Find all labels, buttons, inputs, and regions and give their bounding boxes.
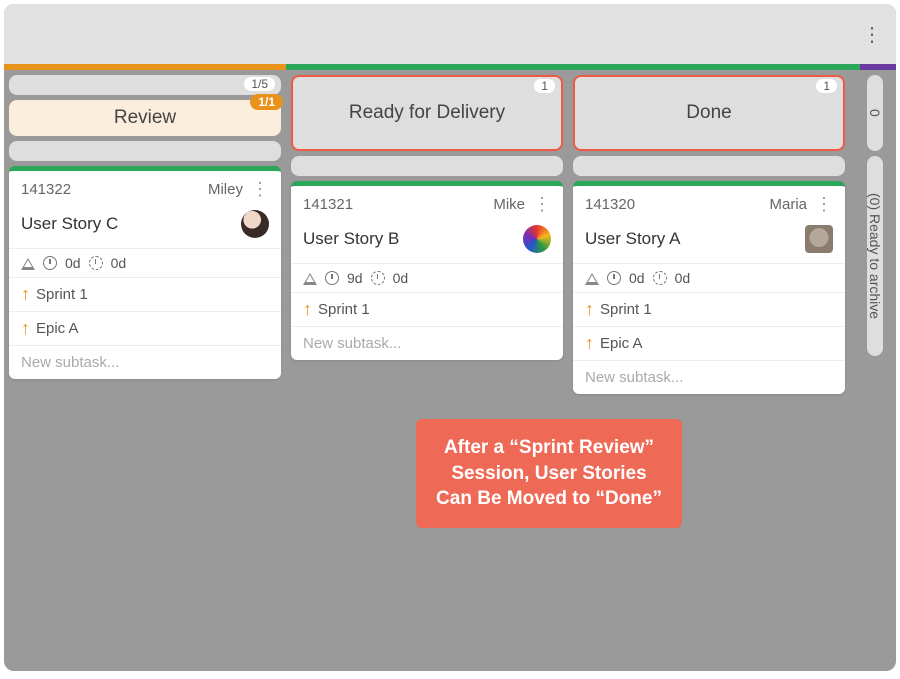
column-done-spacer [573,156,845,176]
card-time-elapsed: 0d [629,270,645,286]
kanban-board: ⋮ 1/5 Review 1/1 141322 Miley ⋮ [4,4,896,671]
arrow-up-icon: ↑ [585,333,594,354]
arrow-up-icon: ↑ [585,299,594,320]
avatar[interactable] [523,225,551,253]
card-link-label: Epic A [36,320,79,337]
card-menu-icon[interactable]: ⋮ [813,194,835,215]
annotation-callout: After a “Sprint Review” Session, User St… [416,419,682,528]
clock-icon [43,256,57,270]
column-ready-spacer [291,156,563,176]
card-link-label: Epic A [600,335,643,352]
column-review-spacer [9,141,281,161]
card-assignee: Maria [769,196,807,213]
clock-icon [325,271,339,285]
card-parent-link[interactable]: ↑ Sprint 1 [573,292,845,326]
priority-icon [21,257,35,269]
new-subtask-input[interactable]: New subtask... [573,360,845,394]
arrow-up-icon: ↑ [21,318,30,339]
card[interactable]: 141320 Maria ⋮ User Story A 0d 0d ↑ [573,181,845,394]
clock-dashed-icon [371,271,385,285]
card-time-remaining: 0d [111,255,127,271]
clock-dashed-icon [653,271,667,285]
side-archive-pill[interactable]: (0) Ready to archive [867,156,883,356]
card-time-remaining: 0d [675,270,691,286]
card-assignee: Miley [208,181,243,198]
side-count-pill[interactable]: 0 [867,75,883,151]
column-done: Done 1 141320 Maria ⋮ User Story A 0d [568,70,850,399]
avatar[interactable] [805,225,833,253]
side-count: 0 [867,109,883,117]
card-link-label: Sprint 1 [36,286,88,303]
priority-icon [303,272,317,284]
column-ready-header[interactable]: Ready for Delivery 1 [291,75,563,151]
avatar[interactable] [241,210,269,238]
card[interactable]: 141322 Miley ⋮ User Story C 0d 0d ↑ [9,166,281,379]
card-id: 141322 [21,181,71,198]
card-time-elapsed: 0d [65,255,81,271]
column-done-label: Done [686,102,731,124]
column-review-header[interactable]: Review 1/1 [9,100,281,136]
column-ready-label: Ready for Delivery [349,102,505,124]
card-parent-link[interactable]: ↑ Sprint 1 [9,277,281,311]
card-assignee: Mike [493,196,525,213]
card-link-label: Sprint 1 [600,301,652,318]
card-time-elapsed: 9d [347,270,363,286]
clock-icon [607,271,621,285]
card-parent-link[interactable]: ↑ Epic A [573,326,845,360]
card-title: User Story A [585,229,805,249]
column-review-label: Review [114,107,176,129]
column-done-count: 1 [816,79,837,93]
column-review-outer-count: 1/5 [244,77,275,91]
column-review: 1/5 Review 1/1 141322 Miley ⋮ User Story… [4,70,286,399]
card-parent-link[interactable]: ↑ Sprint 1 [291,292,563,326]
column-ready: Ready for Delivery 1 141321 Mike ⋮ User … [286,70,568,399]
card-id: 141321 [303,196,353,213]
card-menu-icon[interactable]: ⋮ [249,179,271,200]
card-title: User Story B [303,229,523,249]
card[interactable]: 141321 Mike ⋮ User Story B 9d 0d ↑ [291,181,563,360]
priority-icon [585,272,599,284]
side-archive-label: (0) Ready to archive [867,193,883,319]
card-link-label: Sprint 1 [318,301,370,318]
side-rail: 0 (0) Ready to archive [864,70,896,665]
column-review-outer-header[interactable]: 1/5 [9,75,281,95]
column-review-badge: 1/1 [250,94,283,110]
board-menu-icon[interactable]: ⋮ [862,22,882,47]
callout-text: After a “Sprint Review” Session, User St… [436,437,662,509]
board-top-bar: ⋮ [4,4,896,64]
card-menu-icon[interactable]: ⋮ [531,194,553,215]
column-done-header[interactable]: Done 1 [573,75,845,151]
card-time-remaining: 0d [393,270,409,286]
card-parent-link[interactable]: ↑ Epic A [9,311,281,345]
arrow-up-icon: ↑ [21,284,30,305]
arrow-up-icon: ↑ [303,299,312,320]
card-title: User Story C [21,214,241,234]
columns-container: 1/5 Review 1/1 141322 Miley ⋮ User Story… [4,70,850,399]
new-subtask-input[interactable]: New subtask... [9,345,281,379]
clock-dashed-icon [89,256,103,270]
column-ready-count: 1 [534,79,555,93]
new-subtask-input[interactable]: New subtask... [291,326,563,360]
card-id: 141320 [585,196,635,213]
